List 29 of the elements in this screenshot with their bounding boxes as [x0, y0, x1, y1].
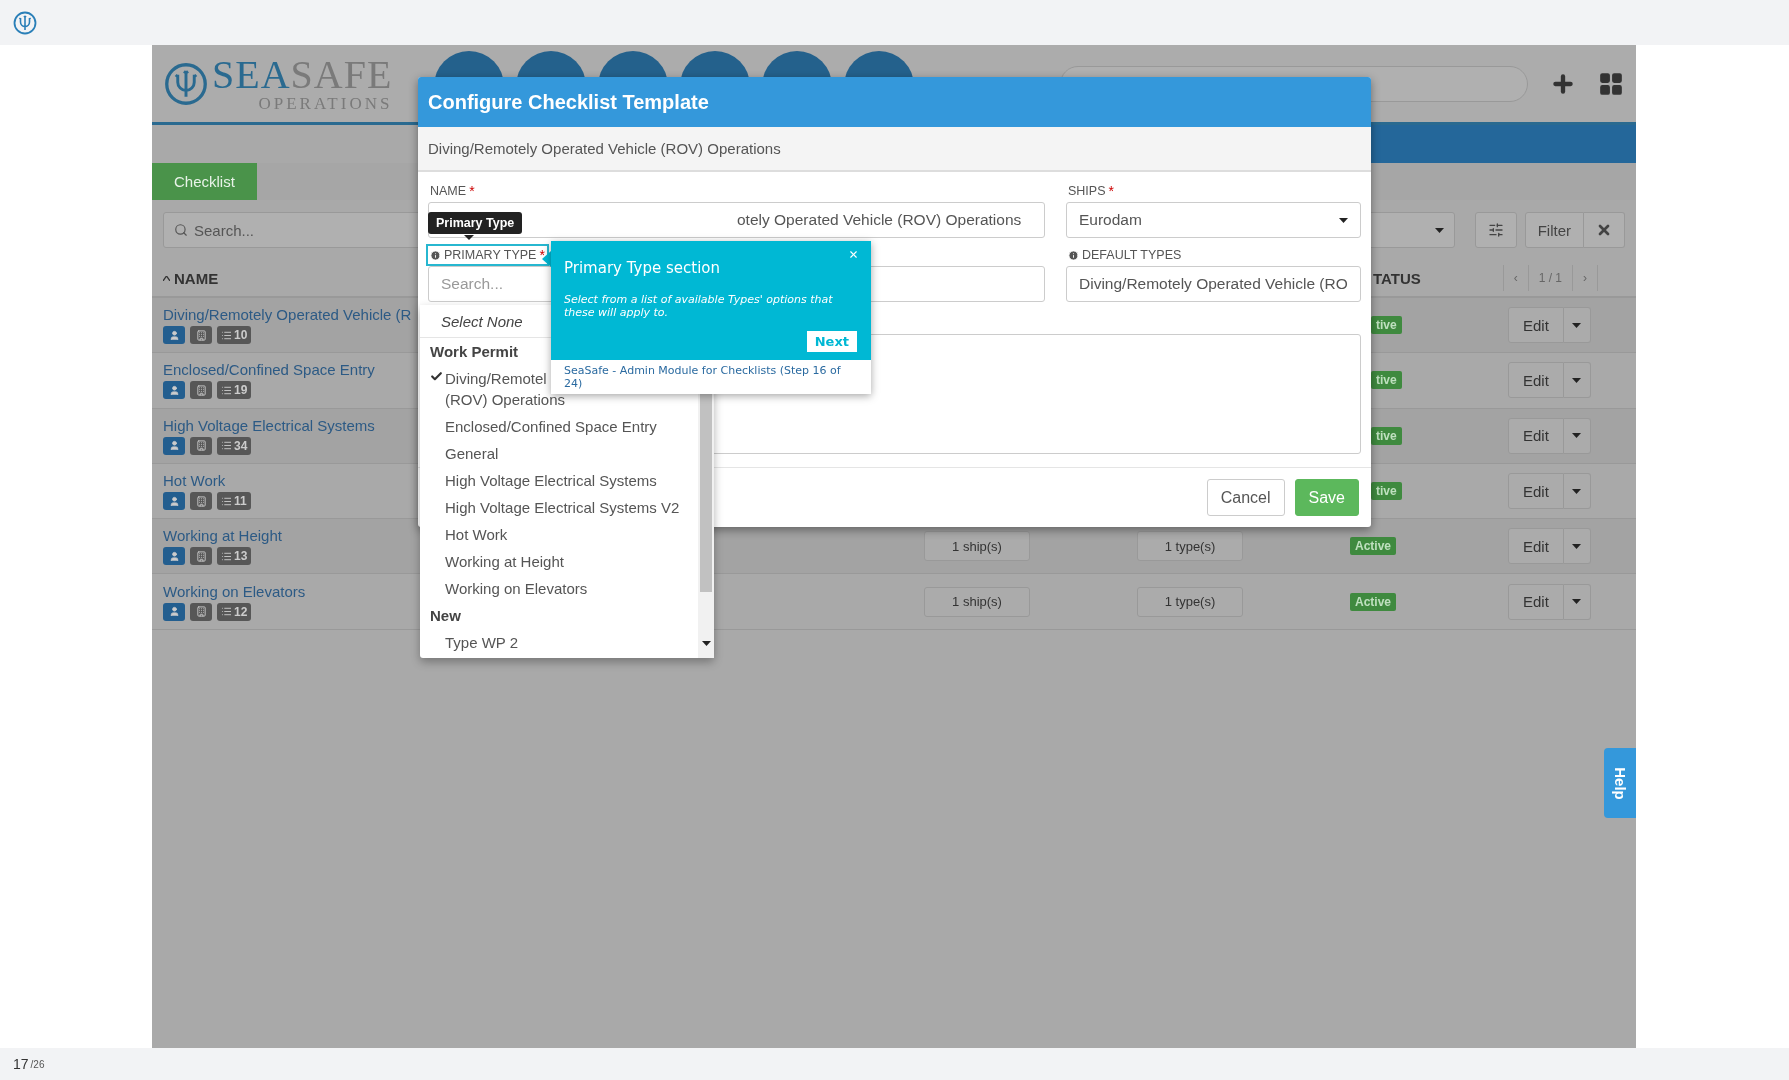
tour-text: Select from a list of available Types' options that these will apply to.: [564, 293, 834, 319]
required-mark: *: [1108, 183, 1114, 199]
group-heading: Work Permit: [429, 342, 520, 362]
page-number: 17: [13, 1056, 29, 1072]
status-badge: tive: [1371, 371, 1402, 390]
required-mark: *: [469, 183, 475, 199]
item-count-badge: 11: [217, 492, 251, 511]
status-badge: tive: [1371, 482, 1402, 501]
modal-title: Configure Checklist Template: [418, 77, 1371, 127]
field-label-text: NAME: [430, 184, 467, 198]
field-label-text: SHIPS: [1068, 184, 1106, 198]
item-count-badge: 10: [217, 326, 252, 345]
required-mark: *: [539, 247, 545, 263]
modal-subtitle: Diving/Remotely Operated Vehicle (ROV) Operations: [418, 127, 1371, 172]
tooltip: Primary Type: [428, 212, 523, 234]
status-badge: tive: [1371, 316, 1402, 335]
tour-title: Primary Type section: [564, 259, 721, 277]
group-heading: New: [429, 606, 462, 626]
item-count-badge: 13: [217, 547, 252, 566]
item-count-badge: 19: [217, 381, 252, 400]
status-badge: tive: [1371, 426, 1402, 445]
page-total: /26: [30, 1058, 45, 1070]
item-count-badge: 34: [217, 436, 252, 455]
status-badge: Active: [1350, 592, 1396, 611]
status-badge: Active: [1350, 537, 1396, 556]
item-count-badge: 12: [217, 602, 252, 621]
field-label-text: DEFAULT TYPES: [1082, 248, 1182, 262]
page-indicator: 1 / 1: [1527, 265, 1572, 291]
field-label-text: PRIMARY TYPE: [444, 248, 537, 262]
